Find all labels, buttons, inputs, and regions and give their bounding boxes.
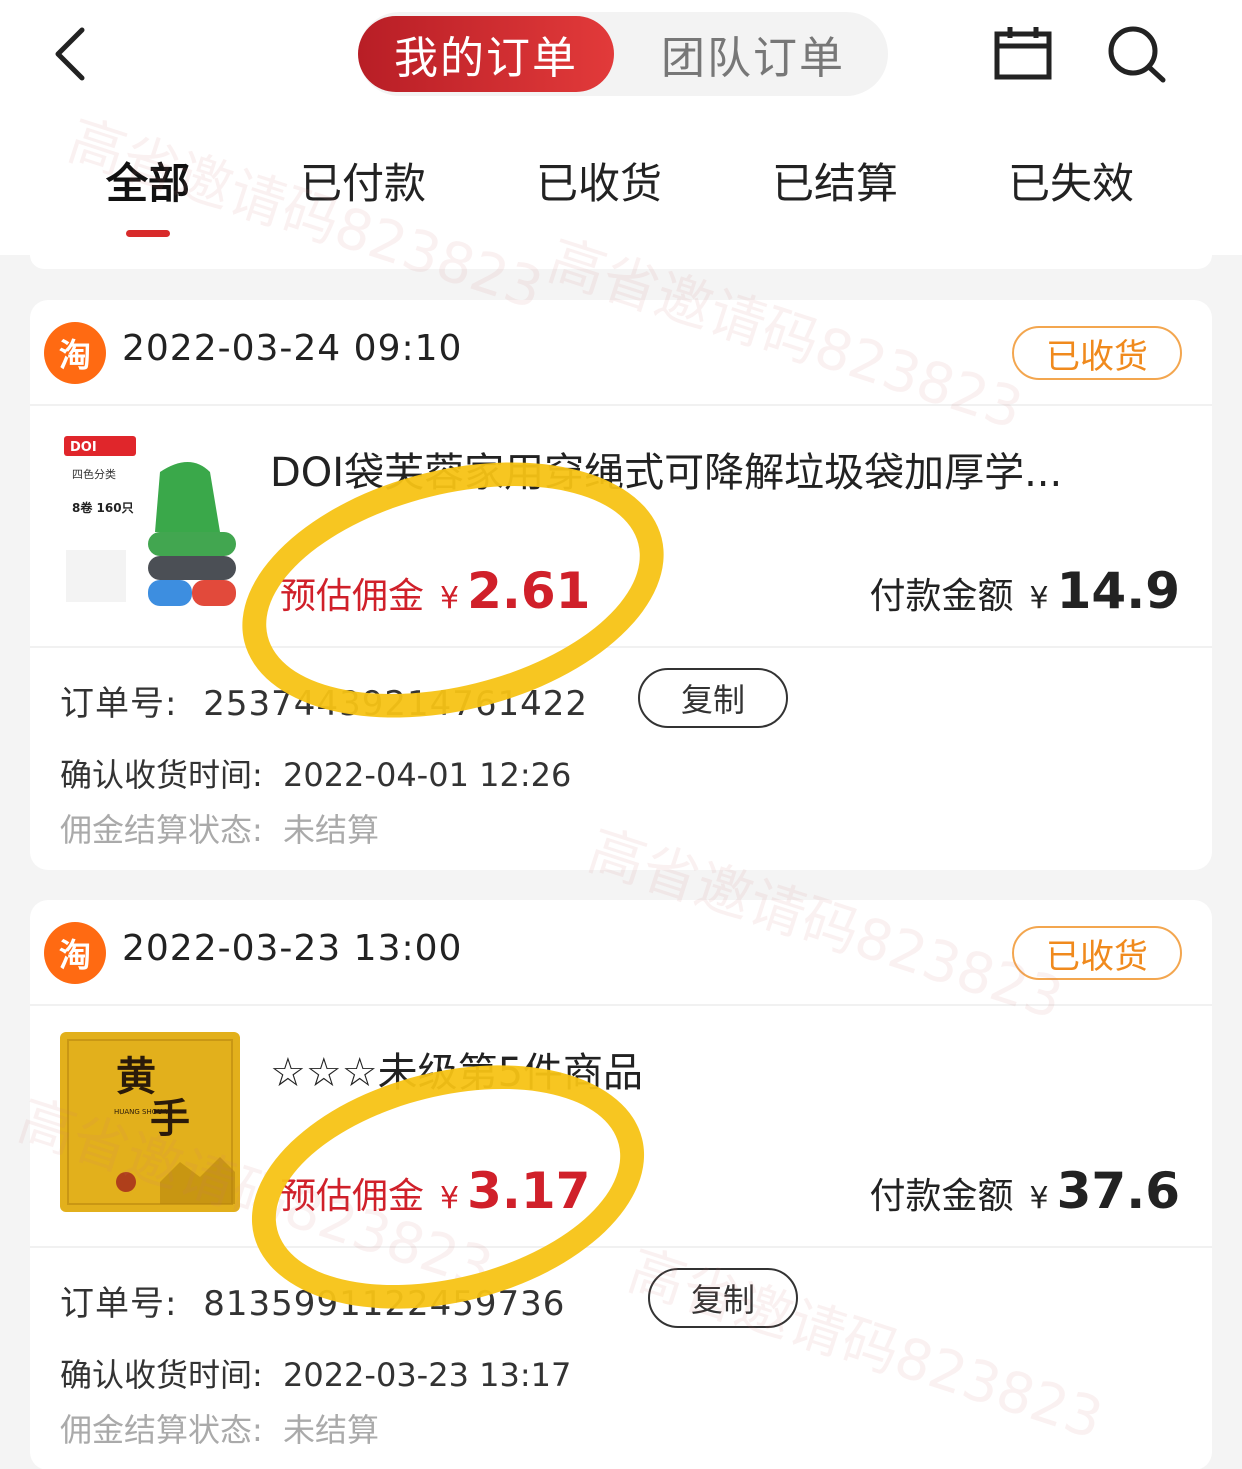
settle-label: 佣金结算状态: [60, 811, 263, 849]
payment-amount: 付款金额 ¥ 14.9 [870, 562, 1180, 620]
copy-button[interactable]: 复制 [638, 668, 788, 728]
currency-symbol: ¥ [440, 581, 460, 616]
tab-all[interactable]: 全部 [98, 150, 198, 226]
product-title[interactable]: DOI袋芙蓉家用穿绳式可降解垃圾袋加厚学... [270, 440, 1130, 494]
order-number: 订单号: 8135991122459736 [60, 1276, 565, 1325]
list-top-edge [30, 255, 1212, 269]
confirm-label: 确认收货时间: [60, 1356, 263, 1394]
order-scope-switch: 我的订单 团队订单 [358, 12, 888, 96]
commission-amount: 2.61 [467, 562, 591, 620]
payment-label: 付款金额 [869, 1176, 1014, 1217]
estimated-commission: 预估佣金 ¥ 2.61 [280, 562, 590, 620]
copy-button[interactable]: 复制 [648, 1268, 798, 1328]
active-tab-indicator [126, 230, 170, 237]
thumb-count: 8卷 160只 [72, 500, 134, 515]
divider [30, 646, 1212, 648]
order-number-value: 8135991122459736 [203, 1284, 566, 1324]
receipt-confirm-time: 确认收货时间: 2022-04-01 12:26 [60, 750, 571, 796]
settle-value: 未结算 [282, 811, 379, 849]
tab-expired[interactable]: 已失效 [1004, 150, 1138, 226]
tab-paid[interactable]: 已付款 [296, 150, 430, 226]
chevron-left-icon [55, 27, 85, 81]
order-card-header: 淘 2022-03-24 09:10 已收货 [30, 300, 1212, 406]
order-card-header: 淘 2022-03-23 13:00 已收货 [30, 900, 1212, 1006]
tab-my-orders[interactable]: 我的订单 [358, 16, 614, 92]
back-button[interactable] [48, 26, 98, 82]
divider [30, 1246, 1212, 1248]
calendar-icon [994, 27, 1052, 80]
order-card: 淘 2022-03-24 09:10 已收货 DOI 四色分类 8卷 160只 … [30, 300, 1212, 870]
order-number: 订单号: 25374439214761422 [60, 676, 588, 725]
top-bar: 我的订单 团队订单 全部 已付款 已收货 已结算 已失效 [0, 0, 1242, 255]
tab-received[interactable]: 已收货 [532, 150, 666, 226]
currency-symbol: ¥ [1029, 581, 1049, 616]
tea-package-product-icon: 黄 手 HUANG SHOU YI [60, 1032, 240, 1212]
tab-team-orders[interactable]: 团队订单 [628, 16, 878, 92]
commission-settle-status: 佣金结算状态: 未结算 [60, 805, 379, 851]
taobao-icon: 淘 [44, 322, 106, 384]
thumb-char-1: 黄 [116, 1053, 156, 1100]
garbage-bag-product-icon: DOI 四色分类 8卷 160只 [60, 432, 240, 612]
calendar-button[interactable] [994, 26, 1052, 80]
product-image[interactable]: 黄 手 HUANG SHOU YI [60, 1032, 240, 1212]
estimated-commission: 预估佣金 ¥ 3.17 [280, 1162, 590, 1220]
currency-symbol: ¥ [440, 1181, 460, 1216]
product-title[interactable]: ☆☆☆未级第5件商品 [270, 1040, 1130, 1094]
thumb-char-2: 手 [150, 1095, 190, 1142]
order-number-label: 订单号: [60, 1284, 178, 1324]
confirm-value: 2022-03-23 13:17 [282, 1356, 572, 1394]
order-time: 2022-03-24 09:10 [122, 328, 463, 369]
payment-label: 付款金额 [869, 576, 1014, 617]
settle-label: 佣金结算状态: [60, 1411, 263, 1449]
thumb-subtitle: 四色分类 [72, 467, 116, 481]
search-button[interactable] [1106, 24, 1168, 84]
order-card: 淘 2022-03-23 13:00 已收货 黄 手 HUANG SHOU YI… [30, 900, 1212, 1469]
search-icon [1108, 26, 1166, 83]
thumb-brand: DOI [70, 440, 97, 455]
commission-label: 预估佣金 [280, 1176, 425, 1217]
commission-amount: 3.17 [467, 1162, 591, 1220]
tab-settled[interactable]: 已结算 [768, 150, 902, 226]
status-tabs: 全部 已付款 已收货 已结算 已失效 [0, 150, 1242, 237]
status-badge: 已收货 [1012, 926, 1182, 980]
commission-label: 预估佣金 [280, 576, 425, 617]
payment-amount: 付款金额 ¥ 37.6 [870, 1162, 1180, 1220]
order-number-value: 25374439214761422 [203, 684, 589, 724]
status-badge: 已收货 [1012, 326, 1182, 380]
settle-value: 未结算 [282, 1411, 379, 1449]
payment-value: 14.9 [1056, 562, 1180, 620]
receipt-confirm-time: 确认收货时间: 2022-03-23 13:17 [60, 1350, 571, 1396]
product-image[interactable]: DOI 四色分类 8卷 160只 [60, 432, 240, 612]
thumb-pinyin: HUANG SHOU YI [114, 1108, 171, 1116]
payment-value: 37.6 [1056, 1162, 1180, 1220]
taobao-icon: 淘 [44, 922, 106, 984]
order-number-label: 订单号: [60, 684, 178, 724]
confirm-value: 2022-04-01 12:26 [282, 756, 572, 794]
commission-settle-status: 佣金结算状态: 未结算 [60, 1405, 379, 1451]
currency-symbol: ¥ [1029, 1181, 1049, 1216]
order-time: 2022-03-23 13:00 [122, 928, 463, 969]
confirm-label: 确认收货时间: [60, 756, 263, 794]
